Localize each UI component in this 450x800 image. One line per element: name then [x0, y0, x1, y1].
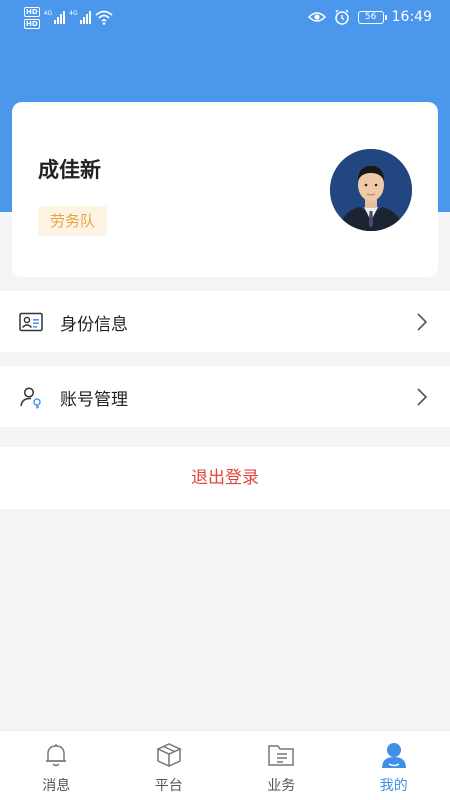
logout-button[interactable]: 退出登录 [0, 447, 450, 509]
bottom-tab-bar: 消息 平台 业务 我的 [0, 730, 450, 800]
status-bar: HD HD 4G 4G 56 16:49 [0, 0, 450, 38]
sim-indicators: HD HD [24, 7, 40, 29]
tab-mine[interactable]: 我的 [338, 731, 450, 800]
hd-badge-1: HD [24, 7, 40, 17]
user-name: 成佳新 [38, 158, 101, 182]
menu-identity-label: 身份信息 [60, 315, 128, 335]
wifi-icon [95, 10, 113, 25]
folder-icon [268, 745, 294, 766]
tab-mine-label: 我的 [379, 778, 408, 794]
user-key-icon [20, 387, 41, 409]
signal-icon: 4G [43, 10, 66, 24]
network-type-1: 4G [43, 10, 53, 17]
hd-badge-2: HD [24, 19, 40, 29]
tab-platform-label: 平台 [154, 778, 183, 794]
battery-level: 56 [364, 11, 377, 22]
alarm-icon [334, 9, 349, 25]
network-type-2: 4G [69, 10, 78, 17]
eye-icon [307, 12, 326, 22]
menu-account-label: 账号管理 [60, 390, 128, 410]
box-icon [155, 743, 182, 767]
tab-platform[interactable]: 平台 [113, 731, 226, 800]
tab-messages-label: 消息 [42, 778, 71, 794]
signal-icon-2: 4G [69, 10, 91, 24]
menu-identity-info[interactable]: 身份信息 [0, 291, 450, 352]
user-photo-icon[interactable] [330, 149, 412, 231]
tab-business-label: 业务 [267, 778, 296, 794]
battery-icon: 56 [357, 10, 387, 24]
tab-messages[interactable]: 消息 [0, 731, 113, 800]
person-icon [381, 743, 406, 768]
bell-icon [46, 744, 67, 767]
tab-business[interactable]: 业务 [225, 731, 338, 800]
id-card-icon [19, 312, 43, 332]
status-left: HD HD 4G 4G [24, 7, 113, 29]
clock: 16:49 [391, 9, 432, 25]
profile-card: 成佳新 劳务队 [12, 102, 438, 277]
chevron-right-icon [417, 313, 428, 331]
status-right: 56 16:49 [307, 9, 432, 25]
menu-account-management[interactable]: 账号管理 [0, 366, 450, 427]
role-tag: 劳务队 [38, 206, 108, 236]
chevron-right-icon [417, 388, 428, 406]
